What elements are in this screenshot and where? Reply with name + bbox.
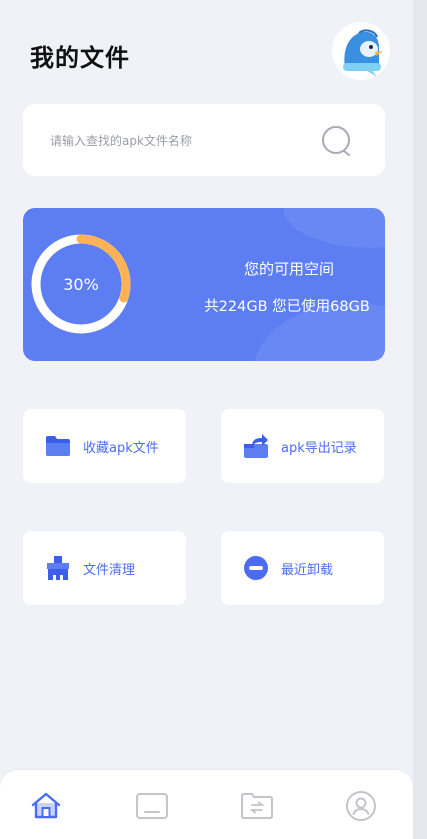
nav-home[interactable] — [28, 788, 64, 824]
page-title: 我的文件 — [30, 44, 130, 72]
storage-title: 您的可用空间 — [243, 260, 334, 278]
tablet-icon — [136, 793, 168, 819]
storage-usage-text: 共224GB 您已使用68GB — [204, 299, 370, 315]
tile-label: 最近卸载 — [281, 562, 334, 578]
tile-label: apk导出记录 — [281, 440, 357, 456]
tile-label: 文件清理 — [83, 562, 136, 578]
avatar[interactable] — [332, 22, 390, 80]
profile-icon — [346, 791, 376, 821]
right-edge-strip — [413, 0, 427, 839]
storage-card: 30% 您的可用空间 共224GB 您已使用68GB — [23, 208, 385, 361]
recently-uninstalled-button[interactable]: 最近卸载 — [221, 531, 384, 605]
file-cleanup-button[interactable]: 文件清理 — [23, 531, 186, 605]
export-icon — [241, 431, 271, 461]
minus-circle-icon — [241, 553, 271, 583]
nav-files[interactable] — [134, 788, 170, 824]
decorative-blob — [283, 208, 385, 248]
bottom-navigation — [0, 770, 413, 839]
storage-percent-label: 30% — [63, 274, 99, 294]
nav-profile[interactable] — [343, 788, 379, 824]
nav-transfer[interactable] — [239, 788, 275, 824]
broom-icon — [43, 553, 73, 583]
search-input[interactable] — [50, 131, 310, 151]
penguin-avatar-icon — [343, 29, 383, 77]
favorite-apk-files-button[interactable]: 收藏apk文件 — [23, 409, 186, 483]
apk-export-records-button[interactable]: apk导出记录 — [221, 409, 384, 483]
tile-label: 收藏apk文件 — [83, 440, 159, 456]
folder-icon — [43, 431, 73, 461]
transfer-folder-icon — [241, 793, 273, 819]
home-icon — [31, 792, 61, 819]
my-files-page: 我的文件 30% 您的可用空间 共224GB 您已使用68GB — [0, 0, 413, 839]
search-icon[interactable] — [318, 122, 356, 160]
